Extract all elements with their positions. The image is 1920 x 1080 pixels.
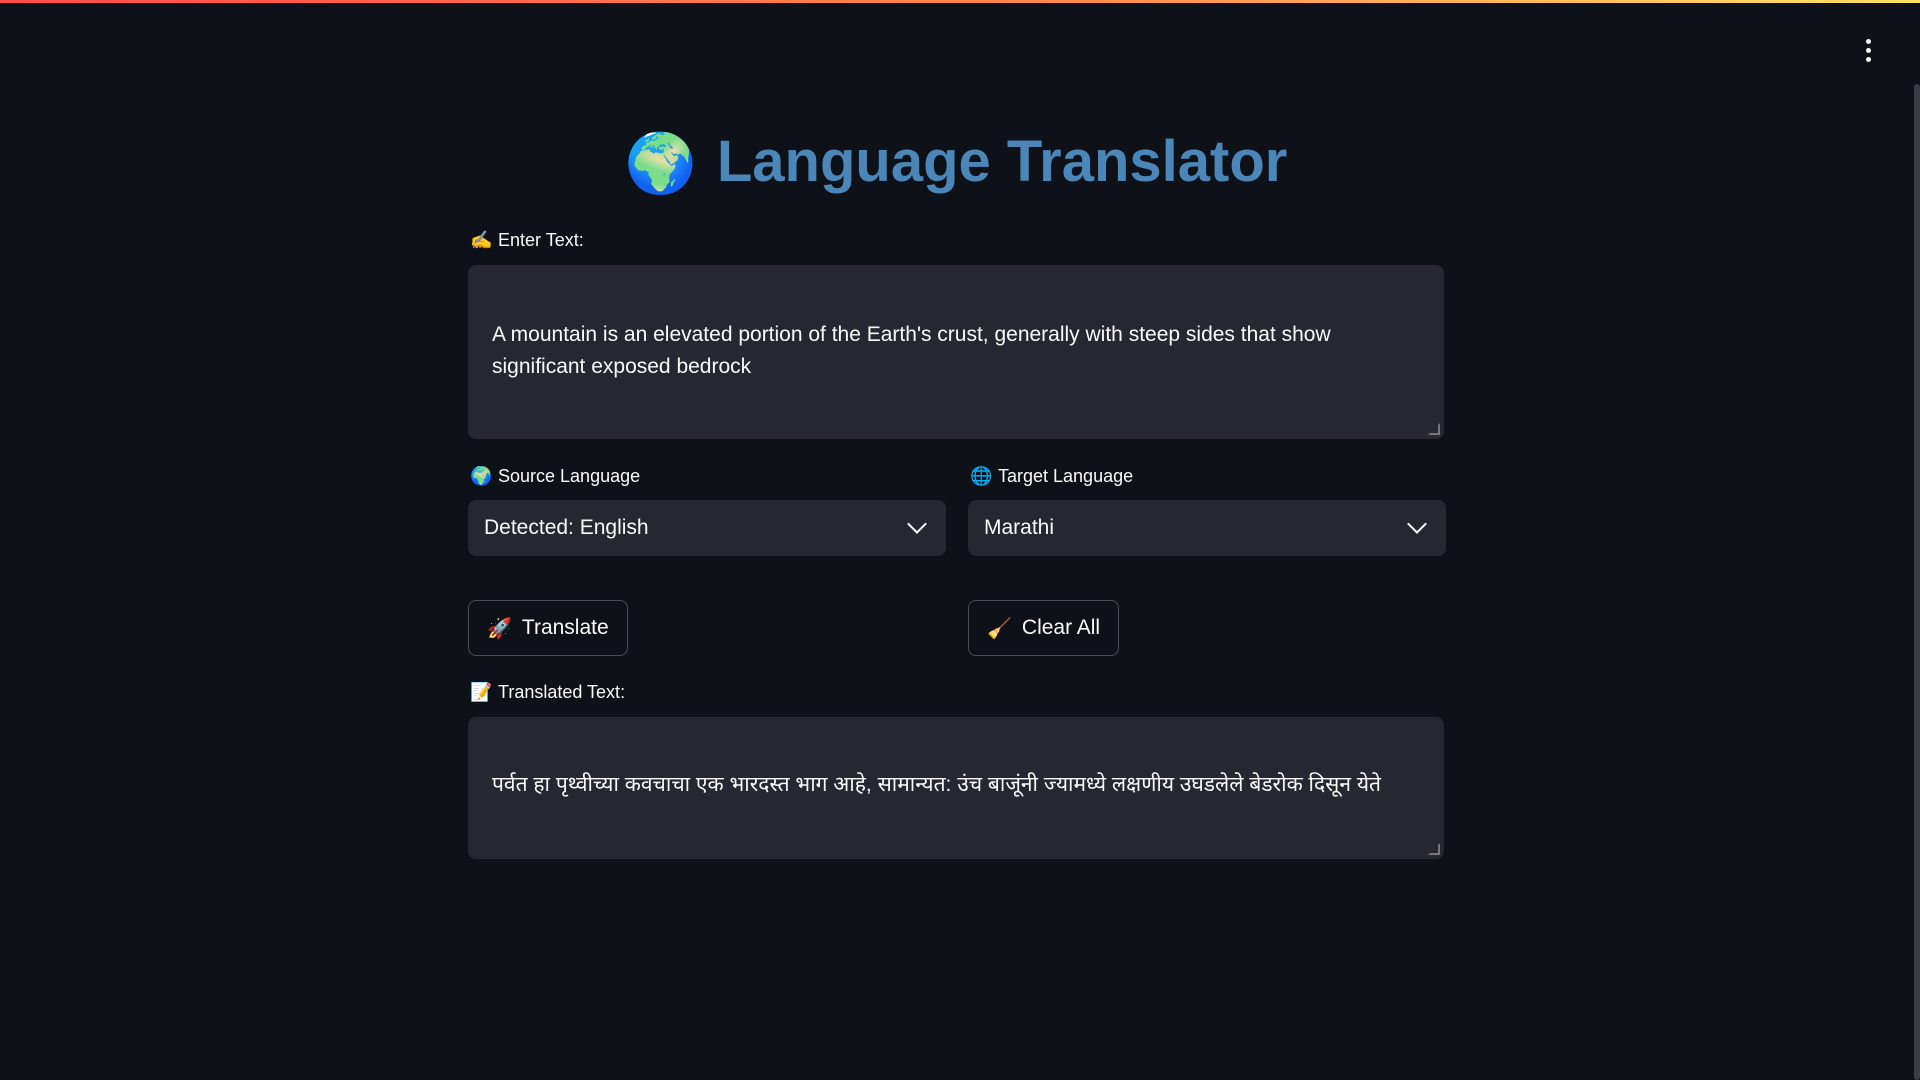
memo-icon: 📝 (470, 682, 493, 702)
output-label: 📝 Translated Text: (470, 682, 625, 703)
globe-icon: 🌍 (470, 466, 493, 486)
globe-with-meridians-icon: 🌐 (970, 466, 993, 486)
input-textarea[interactable]: A mountain is an elevated portion of the… (468, 265, 1444, 439)
output-label-text: Translated Text: (498, 682, 626, 702)
writing-hand-icon: ✍️ (470, 230, 493, 250)
clear-all-button-label: Clear All (1021, 616, 1101, 639)
input-text-value: A mountain is an elevated portion of the… (492, 323, 1331, 378)
resize-handle-icon[interactable] (1428, 843, 1440, 855)
output-text-value: पर्वत हा पृथ्वीच्या कवचाचा एक भारदस्त भा… (492, 773, 1381, 796)
source-language-label-text: Source Language (498, 466, 641, 486)
broom-icon: 🧹 (987, 617, 1012, 640)
target-language-label: 🌐 Target Language (970, 466, 1133, 487)
input-label-text: Enter Text: (498, 230, 584, 250)
target-language-value: Marathi (984, 516, 1055, 539)
translate-button[interactable]: 🚀 Translate (468, 600, 628, 656)
target-language-label-text: Target Language (998, 466, 1134, 486)
page-title: 🌍 Language Translator (468, 128, 1444, 198)
resize-handle-icon[interactable] (1428, 423, 1440, 435)
source-language-label: 🌍 Source Language (470, 466, 640, 487)
chevron-down-icon (1407, 514, 1427, 534)
source-language-value: Detected: English (484, 516, 649, 539)
clear-all-button[interactable]: 🧹 Clear All (968, 600, 1120, 656)
scrollbar[interactable] (1914, 84, 1920, 1080)
more-vertical-icon[interactable] (1852, 34, 1884, 66)
page-title-text: Language Translator (716, 129, 1288, 194)
input-label: ✍️ Enter Text: (470, 230, 584, 251)
output-textarea[interactable]: पर्वत हा पृथ्वीच्या कवचाचा एक भारदस्त भा… (468, 717, 1444, 859)
chevron-down-icon (907, 514, 927, 534)
top-decoration-bar (0, 0, 1920, 3)
translate-button-label: Translate (521, 616, 609, 639)
globe-icon: 🌍 (624, 131, 697, 196)
target-language-select[interactable]: Marathi (968, 500, 1446, 556)
source-language-select[interactable]: Detected: English (468, 500, 946, 556)
rocket-icon: 🚀 (487, 617, 512, 640)
